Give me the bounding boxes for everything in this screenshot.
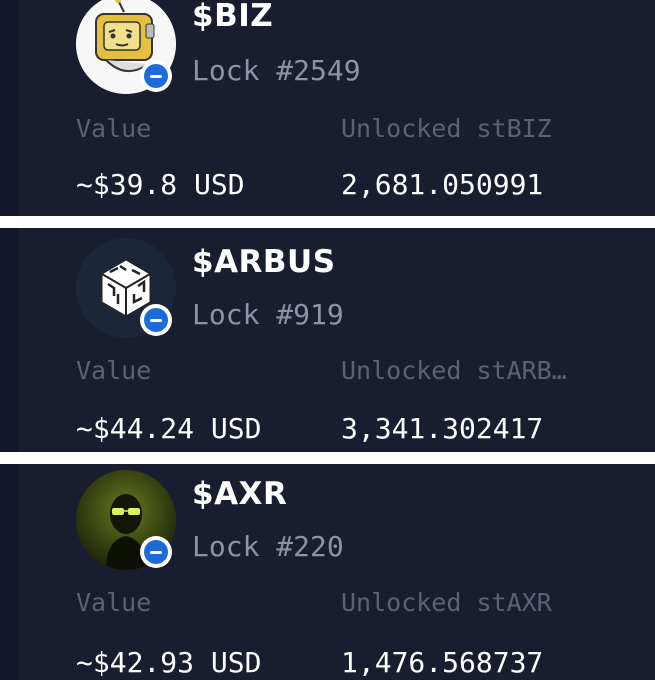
left-edge-strip xyxy=(0,228,18,452)
unlocked-amount: 2,681.050991 xyxy=(341,168,544,201)
token-ticker: $AXR xyxy=(192,476,288,512)
card-divider xyxy=(0,452,655,464)
card-divider xyxy=(0,216,655,228)
lock-id: Lock #220 xyxy=(192,530,344,563)
lock-card[interactable]: $BIZ Lock #2549 Value Unlocked stBIZ ~$3… xyxy=(18,0,655,216)
unlocked-label: Unlocked stBIZ xyxy=(341,114,552,143)
left-edge-strip xyxy=(0,464,18,680)
left-edge-strip xyxy=(0,0,18,216)
unlocked-label: Unlocked stARB… xyxy=(341,356,567,385)
unlocked-label: Unlocked stAXR xyxy=(341,588,552,617)
usd-value: ~$39.8 USD xyxy=(76,168,245,201)
unlocked-amount: 3,341.302417 xyxy=(341,412,544,445)
lock-card[interactable]: $AXR Lock #220 Value Unlocked stAXR ~$42… xyxy=(18,464,655,680)
value-label: Value xyxy=(76,114,152,143)
value-label: Value xyxy=(76,356,152,385)
usd-value: ~$44.24 USD xyxy=(76,412,262,445)
token-ticker: $BIZ xyxy=(192,0,274,34)
lock-id: Lock #2549 xyxy=(192,54,361,87)
lock-card[interactable]: $ARBUS Lock #919 Value Unlocked stARB… ~… xyxy=(18,228,655,452)
minus-circle-icon[interactable] xyxy=(140,304,172,336)
usd-value: ~$42.93 USD xyxy=(76,646,262,679)
token-ticker: $ARBUS xyxy=(192,244,336,280)
minus-circle-icon[interactable] xyxy=(140,536,172,568)
minus-circle-icon[interactable] xyxy=(140,60,172,92)
value-label: Value xyxy=(76,588,152,617)
unlocked-amount: 1,476.568737 xyxy=(341,646,544,679)
lock-id: Lock #919 xyxy=(192,298,344,331)
